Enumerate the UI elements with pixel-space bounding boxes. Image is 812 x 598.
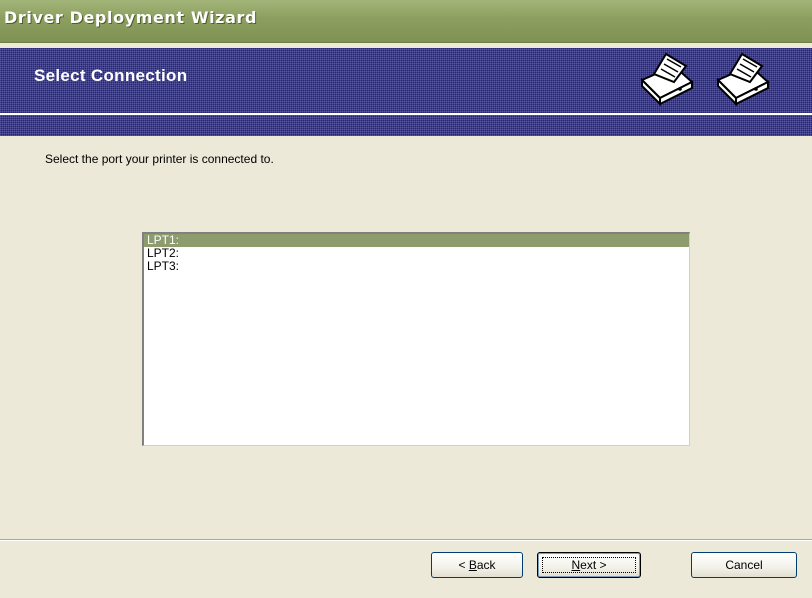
port-item-lpt1[interactable]: LPT1: [144,234,689,247]
header-banner: Select Connection [0,48,812,136]
port-prompt: Select the port your printer is connecte… [45,152,274,166]
next-mnemonic: N [571,558,581,572]
page-title: Select Connection [34,66,188,85]
footer-divider [0,539,812,541]
banner-divider [0,113,812,115]
back-button[interactable]: < Back [431,552,523,578]
wizard-window: Driver Deployment Wizard Select Connecti… [0,0,812,598]
port-listbox[interactable]: LPT1: LPT2: LPT3: [142,232,690,446]
window-title: Driver Deployment Wizard [4,8,258,27]
back-prefix: < [458,558,469,572]
title-bar[interactable]: Driver Deployment Wizard [0,0,812,43]
port-item-lpt2[interactable]: LPT2: [144,247,689,260]
port-item-lpt3[interactable]: LPT3: [144,260,689,273]
back-rest: ack [476,558,496,572]
next-rest: ext > [580,558,607,572]
printer-icon [640,52,694,107]
cancel-button[interactable]: Cancel [691,552,797,578]
next-button[interactable]: Next > [537,552,641,578]
printer-icon [716,52,770,107]
back-mnemonic: B [468,558,477,572]
